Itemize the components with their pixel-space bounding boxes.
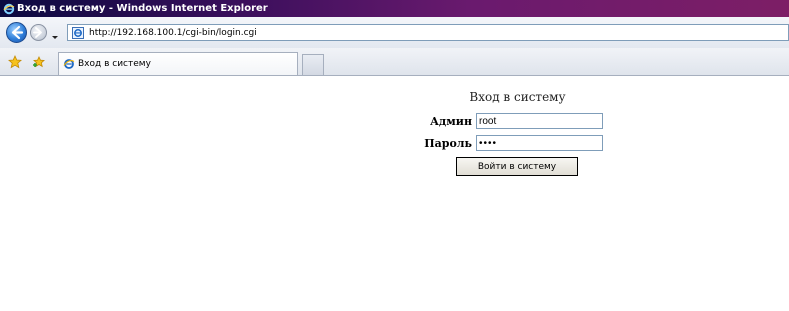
page-ie-icon [72, 26, 84, 39]
tab-label: Вход в систему [78, 59, 151, 69]
new-tab-button[interactable] [302, 54, 324, 75]
browser-window: Вход в систему - Windows Internet Explor… [0, 0, 789, 311]
ie-logo-icon [3, 3, 15, 15]
forward-arrow-icon [33, 27, 42, 38]
address-bar: http://192.168.100.1/cgi-bin/login.cgi [0, 17, 789, 49]
recent-pages-button[interactable] [50, 27, 60, 39]
ie-icon [63, 58, 75, 70]
title-bar: Вход в систему - Windows Internet Explor… [0, 0, 789, 17]
back-button[interactable] [6, 22, 27, 43]
admin-input[interactable] [476, 113, 603, 129]
url-text: http://192.168.100.1/cgi-bin/login.cgi [89, 27, 257, 38]
add-favorites-icon[interactable] [32, 54, 46, 68]
star-icon[interactable] [8, 54, 22, 69]
login-title: Вход в систему [469, 90, 566, 104]
address-field[interactable]: http://192.168.100.1/cgi-bin/login.cgi [67, 24, 789, 41]
tab-bar: Вход в систему [0, 48, 789, 76]
login-button[interactable]: Войти в систему [456, 157, 578, 176]
back-arrow-icon [11, 25, 24, 40]
forward-button[interactable] [30, 24, 47, 41]
admin-label: Админ [429, 115, 472, 128]
chevron-down-icon [52, 36, 58, 39]
password-label: Пароль [424, 137, 472, 150]
window-title: Вход в систему - Windows Internet Explor… [17, 3, 268, 14]
password-input[interactable] [476, 135, 603, 151]
page-content: Вход в систему Админ Пароль Войти в сист… [0, 76, 789, 311]
tab-login[interactable]: Вход в систему [58, 52, 298, 75]
